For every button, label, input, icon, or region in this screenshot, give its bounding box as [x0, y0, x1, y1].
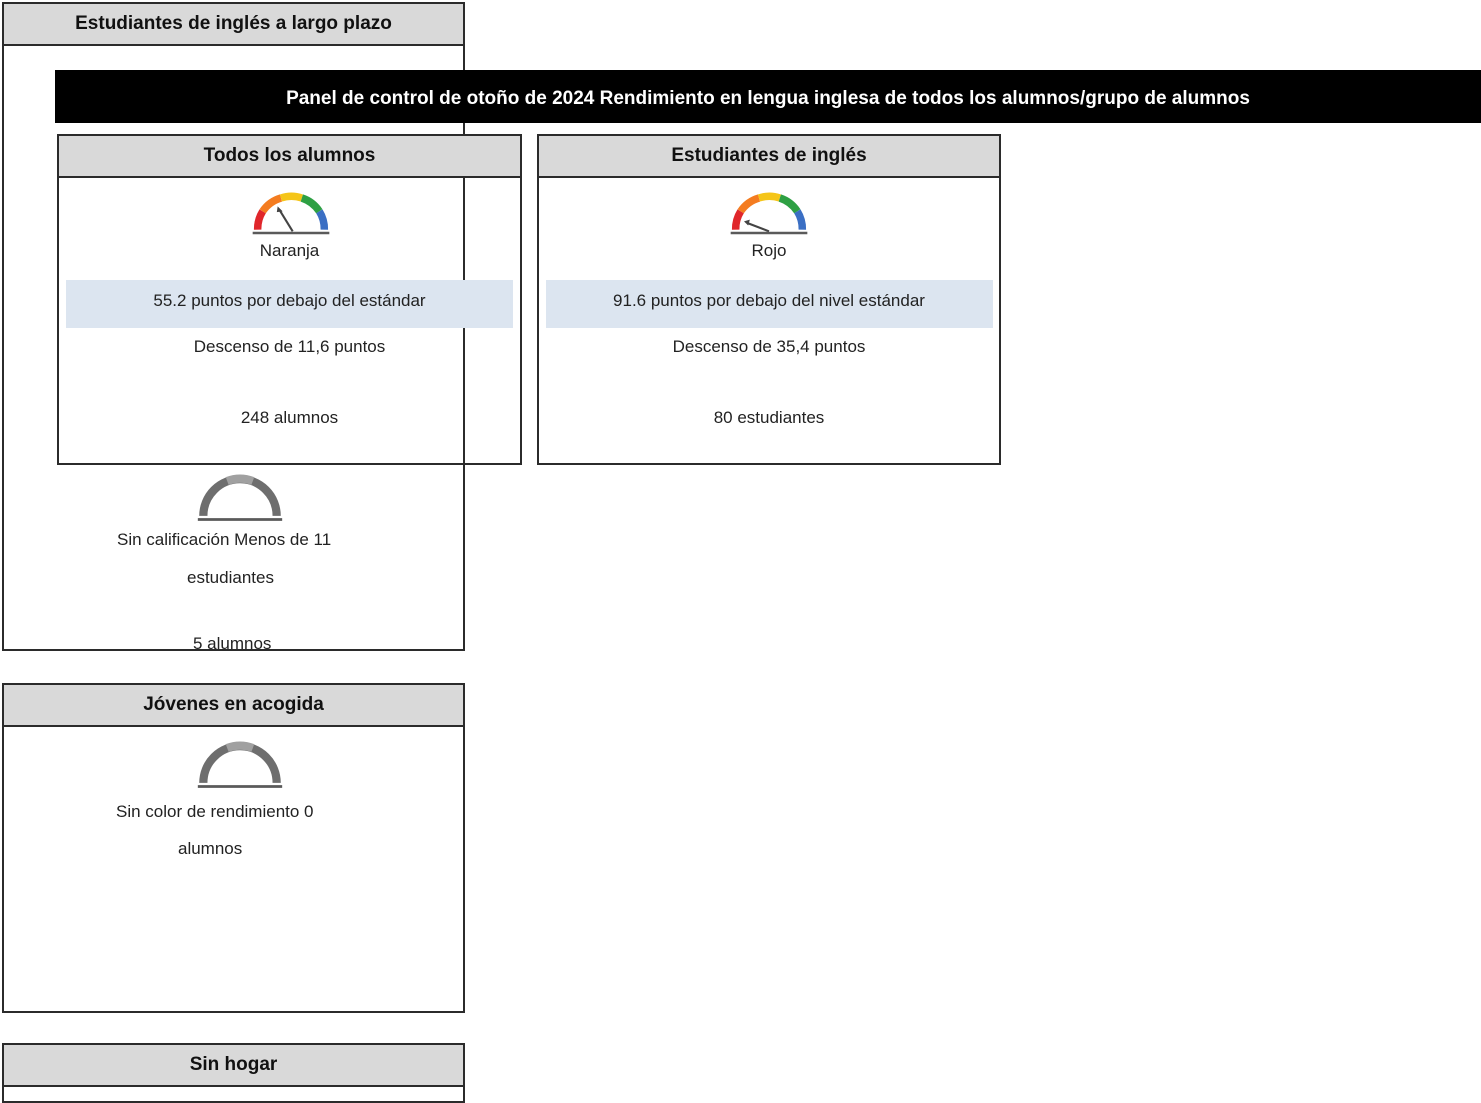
status-text: Sin color de rendimiento 0	[116, 802, 314, 821]
card-title: Estudiantes de inglés	[539, 136, 999, 178]
card-foster-youth: Jóvenes en acogida Sin color de rendimie…	[2, 683, 465, 1013]
gauge-gray-icon	[197, 741, 283, 788]
student-count: 80 estudiantes	[713, 408, 825, 427]
gauge-red-icon	[730, 192, 808, 235]
student-count: 5 alumnos	[193, 634, 272, 653]
distance-from-standard: 91.6 puntos por debajo del nivel estánda…	[613, 291, 925, 310]
status-text: Sin calificación Menos de 11	[117, 530, 332, 549]
student-count: 248 alumnos	[240, 408, 339, 427]
change-text: Descenso de 35,4 puntos	[672, 337, 866, 356]
performance-color: Naranja	[259, 241, 320, 260]
card-title: Todos los alumnos	[59, 136, 520, 178]
card-title: Sin hogar	[4, 1045, 463, 1087]
performance-color: Rojo	[751, 241, 787, 260]
card-title: Estudiantes de inglés a largo plazo	[4, 4, 463, 46]
change-text: Descenso de 11,6 puntos	[193, 337, 386, 356]
card-title: Jóvenes en acogida	[4, 685, 463, 727]
status-text-continued: estudiantes	[187, 568, 274, 587]
card-all-students: Todos los alumnos Naranja 55.2 puntos po…	[57, 134, 522, 465]
dashboard-banner: Panel de control de otoño de 2024 Rendim…	[55, 70, 1481, 123]
gauge-orange-icon	[252, 192, 330, 235]
distance-from-standard: 55.2 puntos por debajo del estándar	[153, 291, 426, 310]
gauge-gray-icon	[197, 474, 283, 521]
status-text-continued: alumnos	[178, 839, 243, 858]
card-english-learners: Estudiantes de inglés Rojo 91.6 puntos p…	[537, 134, 1001, 465]
card-homeless: Sin hogar	[2, 1043, 465, 1103]
